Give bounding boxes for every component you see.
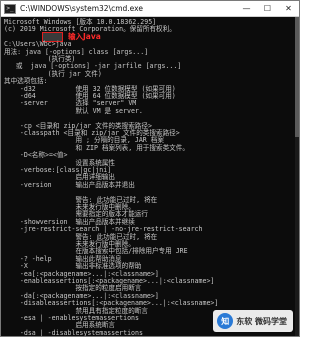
minimize-button[interactable]: — (236, 1, 257, 16)
watermark: 知 东软 微码学堂 (213, 310, 293, 332)
console-line: 默认 VM 是 server. (4, 106, 143, 115)
console-app-icon[interactable]: >_ (4, 3, 16, 14)
window-title: C:\WINDOWS\system32\cmd.exe (20, 4, 143, 13)
window-controls: — ☐ ✕ (236, 1, 299, 16)
scrollbar-thumb[interactable] (295, 17, 299, 137)
close-button[interactable]: ✕ (278, 1, 299, 16)
cmd-window: >_ C:\WINDOWS\system32\cmd.exe — ☐ ✕ Mic… (0, 0, 300, 337)
maximize-button[interactable]: ☐ (257, 1, 278, 16)
title-bar[interactable]: >_ C:\WINDOWS\system32\cmd.exe — ☐ ✕ (1, 1, 299, 17)
console-line: -version 输出产品版本并退出 (4, 180, 135, 189)
watermark-logo-icon: 知 (217, 313, 234, 329)
annotation-label: 输入Java (68, 32, 101, 41)
watermark-text: 东软 微码学堂 (236, 316, 287, 326)
console-output[interactable]: Microsoft Windows [版本 10.0.18362.295] (c)… (1, 17, 295, 336)
console-line: -dsa | -disablesystemassertions (4, 328, 143, 336)
